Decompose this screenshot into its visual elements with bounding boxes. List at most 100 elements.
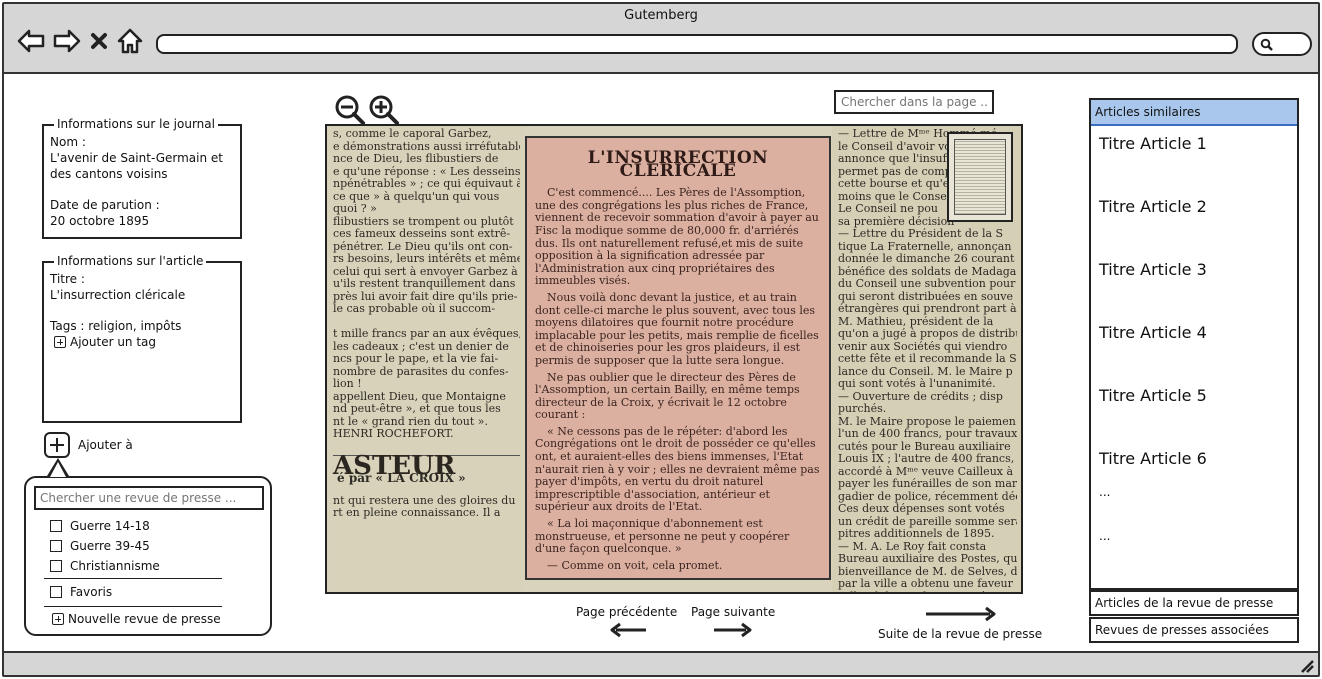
review-option-label: Guerre 39-45 <box>70 539 150 553</box>
favorites-label: Favoris <box>70 585 113 599</box>
right-column-line: du Conseil une subvention pour l <box>838 278 1017 290</box>
similar-article-item[interactable]: Titre Article 2 <box>1091 193 1297 256</box>
article-info-panel: Informations sur l'article Titre : L'ins… <box>42 253 242 423</box>
similar-article-item[interactable]: Titre Article 3 <box>1091 256 1297 319</box>
article-body: C'est commencé.... Les Pères de l'Assomp… <box>535 186 821 572</box>
right-column-line: — Ouverture de crédits ; disp <box>838 390 1003 403</box>
popover-pointer-fill <box>50 462 66 477</box>
resize-handle-icon[interactable] <box>1298 657 1314 673</box>
browser-search[interactable] <box>1252 32 1312 56</box>
thumbnail-image <box>954 139 1006 215</box>
divider <box>44 578 222 579</box>
plus-icon <box>54 336 66 348</box>
article-title-value: L'insurrection cléricale <box>50 288 186 302</box>
checkbox[interactable] <box>50 540 62 552</box>
plus-icon[interactable] <box>44 432 70 458</box>
similar-article-item[interactable]: Titre Article 6 <box>1091 445 1297 485</box>
left-column-line: pénétrer. Le Dieu qu'ils ont con- <box>333 240 513 253</box>
next-arrow-icon[interactable] <box>712 622 752 638</box>
left-column-line: npénétrables » ; ce qui équivaut à <box>333 178 520 190</box>
article-info-legend: Informations sur l'article <box>54 253 207 269</box>
left-column-line: u'ils restent tranquillement dans <box>333 278 516 290</box>
prev-page-label[interactable]: Page précédente <box>576 605 677 619</box>
similar-articles-panel: Articles similaires Titre Article 1 Titr… <box>1089 98 1299 590</box>
title-bar: Gutemberg <box>4 4 1318 74</box>
more-indicator: ... <box>1099 529 1111 543</box>
right-column-line: — Lettre du Président de la S <box>838 228 1004 240</box>
next-review-label[interactable]: Suite de la revue de presse <box>878 627 1042 641</box>
zoom-in-icon[interactable] <box>368 94 400 126</box>
left-column-line: lion ! <box>333 378 362 390</box>
left-column-line: quoi ? » <box>333 203 377 215</box>
left-column-line: ncs pour le pape, et la vie fai- <box>333 353 499 365</box>
right-column-line: — M. A. Le Roy fait consta <box>838 540 987 553</box>
checkbox[interactable] <box>50 586 62 598</box>
review-option[interactable]: Guerre 14-18 <box>50 516 160 536</box>
favorites-option[interactable]: Favoris <box>50 582 112 602</box>
similar-article-item[interactable]: Titre Article 1 <box>1091 130 1297 193</box>
tags-line: Tags : religion, impôts <box>50 319 182 333</box>
left-column-line: e démonstrations aussi irréfutables <box>333 140 520 153</box>
right-column-line: M. le Maire propose le paiemen <box>838 415 1016 428</box>
left-column-line: ces fameux desseins sont extrê- <box>333 228 511 240</box>
review-option[interactable]: Christiannisme <box>50 556 160 576</box>
status-bar <box>4 651 1318 675</box>
left-column-line: appellent Dieu, que Montaigne <box>333 390 506 403</box>
zoom-out-icon[interactable] <box>334 94 366 126</box>
checkbox[interactable] <box>50 560 62 572</box>
left-column-line: ce que » à quelqu'un qui vous <box>333 190 500 203</box>
left-column-line: les cadeaux ; c'est un denier de <box>333 340 509 353</box>
related-reviews-button[interactable]: Revues de presses associées <box>1089 617 1299 643</box>
add-to-popover: Guerre 14-18 Guerre 39-45 Christiannisme… <box>24 476 272 636</box>
add-tag-button[interactable]: Ajouter un tag <box>50 334 234 350</box>
page-thumbnail[interactable] <box>947 132 1013 222</box>
review-option[interactable]: Guerre 39-45 <box>50 536 160 556</box>
newspaper-viewer[interactable]: s, comme le caporal Garbez, e démonstrati… <box>325 124 1023 594</box>
similar-article-item[interactable]: Titre Article 5 <box>1091 382 1297 445</box>
more-indicator: ... <box>1099 485 1111 499</box>
similar-article-item[interactable]: Titre Article 4 <box>1091 319 1297 382</box>
home-icon[interactable] <box>116 26 144 56</box>
review-option-label: Christiannisme <box>70 559 160 573</box>
add-tag-label: Ajouter un tag <box>70 335 157 349</box>
left-column-line: nd peut-être », et que tous les <box>333 403 501 415</box>
left-column-text: s, comme le caporal Garbez, e démonstrati… <box>333 128 520 441</box>
review-articles-button[interactable]: Articles de la revue de presse <box>1089 590 1299 616</box>
right-column-line: donnée le dimanche 26 courant <box>838 253 1015 265</box>
right-column-line: qui sont votés à l'unanimité. <box>838 378 996 390</box>
back-icon[interactable] <box>16 26 46 56</box>
highlighted-article[interactable]: L'INSURRECTION CLÉRICALE C'est commencé.… <box>525 136 831 580</box>
left-column-line: nombre de parasites du confes- <box>333 365 509 378</box>
url-bar[interactable] <box>156 34 1238 54</box>
right-column-line: bénéfice des soldats de Madagas <box>838 265 1017 278</box>
right-column-line: Bureau auxiliaire des Postes, qu <box>838 553 1017 565</box>
left-column: s, comme le caporal Garbez, e démonstrati… <box>329 126 524 592</box>
close-icon[interactable] <box>88 26 110 56</box>
right-column-line: étrangères qui prendront part à <box>838 303 1017 315</box>
add-to-control[interactable]: Ajouter à <box>44 432 133 458</box>
right-column-line: Ces deux dépenses sont votés <box>838 503 1005 515</box>
review-search-input[interactable] <box>34 486 264 510</box>
review-option-label: Guerre 14-18 <box>70 519 150 533</box>
nav-icons <box>16 26 144 56</box>
left-column-line <box>333 316 520 329</box>
app-title: Gutemberg <box>624 8 698 23</box>
new-review-label: Nouvelle revue de presse <box>68 612 221 626</box>
right-column-line: purchés. <box>838 403 887 415</box>
right-column-line: un crédit de pareille somme sera <box>838 515 1017 528</box>
review-next-arrow-icon[interactable] <box>924 606 996 622</box>
article-paragraph: C'est commencé.... Les Pères de l'Assomp… <box>535 186 819 288</box>
checkbox[interactable] <box>50 520 62 532</box>
prev-arrow-icon[interactable] <box>610 622 648 638</box>
page-search-input[interactable] <box>834 90 994 114</box>
article-paragraph: « La loi maçonnique d'abonnement est mon… <box>535 517 790 556</box>
right-column-line: Louis IX ; l'autre de 400 francs, <box>838 453 1015 465</box>
new-review-button[interactable]: Nouvelle revue de presse <box>52 612 221 626</box>
left-column-line: t mille francs par an aux évêques, <box>333 328 520 340</box>
right-column-line: cutés pour le Bureau auxiliaire <box>838 440 1011 453</box>
right-column-line: M. Mathieu, président de la <box>838 315 994 328</box>
next-page-label[interactable]: Page suivante <box>691 605 775 619</box>
forward-icon[interactable] <box>52 26 82 56</box>
right-column-line: cette fête et il recommande la So <box>838 353 1017 365</box>
similar-articles-header[interactable]: Articles similaires <box>1091 100 1297 126</box>
